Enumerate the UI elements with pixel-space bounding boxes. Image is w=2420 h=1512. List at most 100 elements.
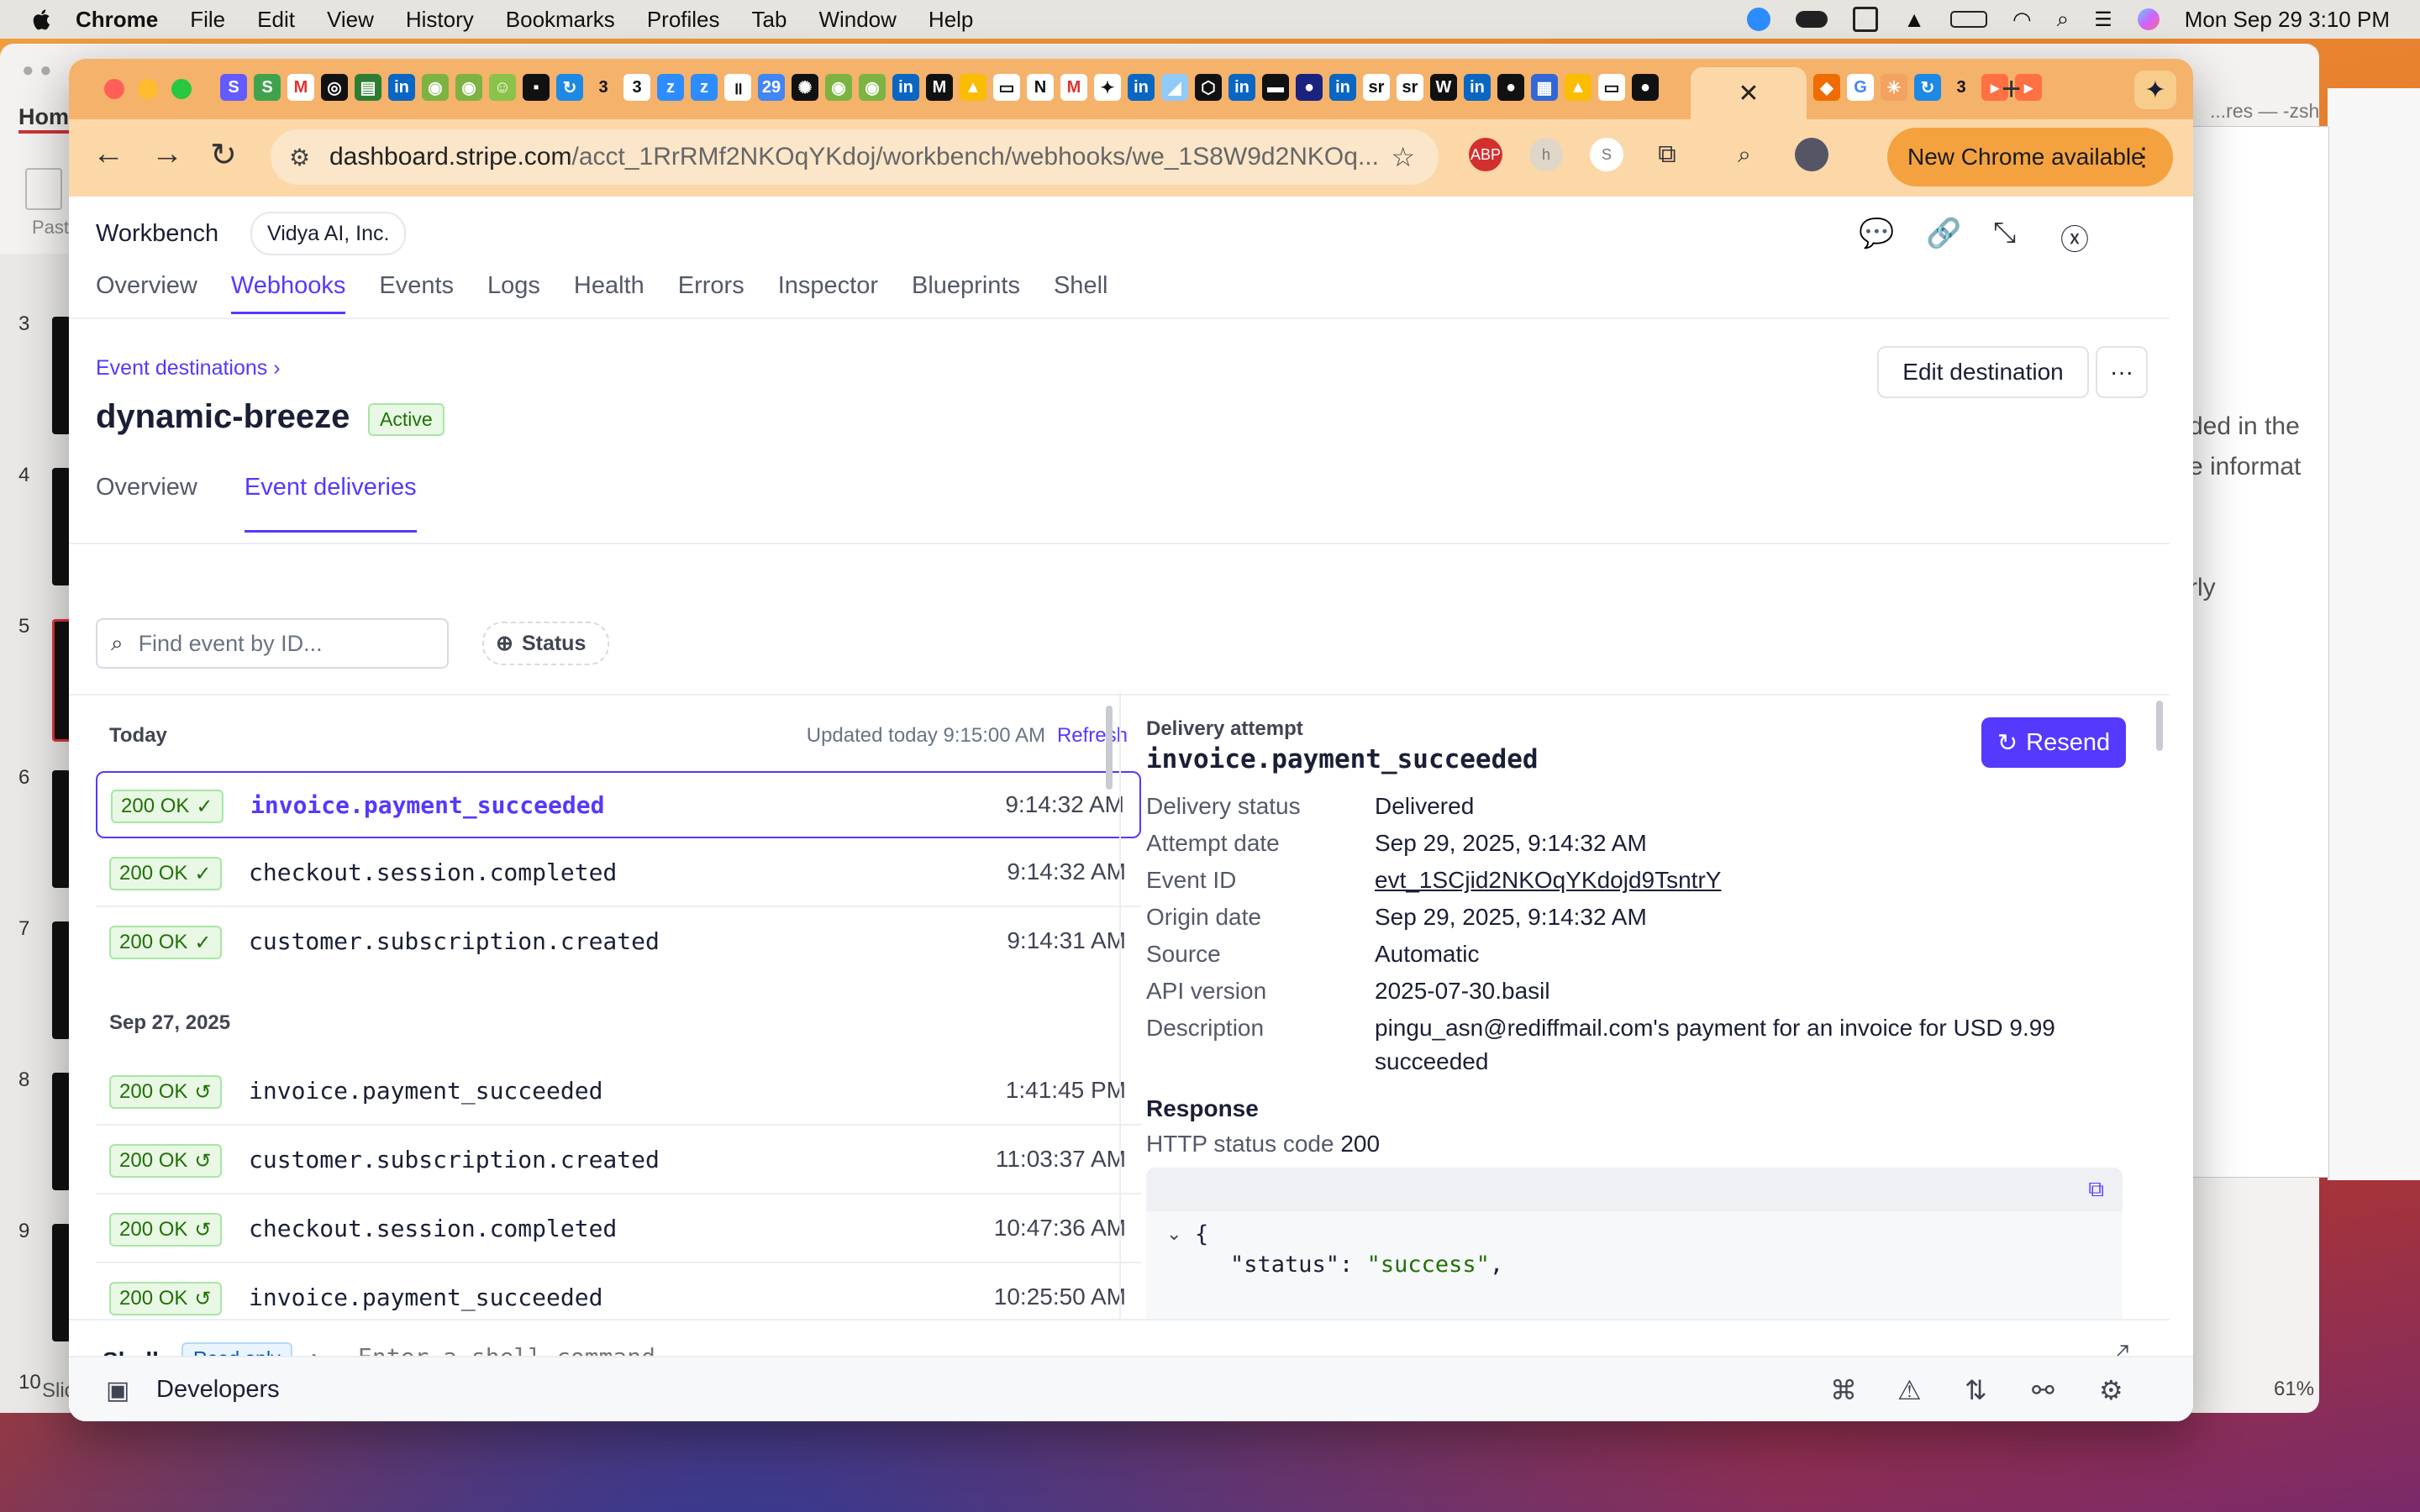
menu-view[interactable]: View bbox=[327, 7, 374, 33]
control-center-icon[interactable]: ☰ bbox=[2094, 8, 2112, 32]
linkedin-tab-icon[interactable]: in bbox=[892, 74, 919, 101]
tab-errors[interactable]: Errors bbox=[678, 272, 744, 314]
nvidia-tab-icon[interactable]: ◉ bbox=[455, 74, 482, 101]
nvidia-tab-icon[interactable]: ◉ bbox=[859, 74, 886, 101]
delivery-row-selected[interactable]: 200 OK ✓ invoice.payment_succeeded 9:14:3… bbox=[96, 771, 1141, 838]
delivery-row[interactable]: 200 OK ↺ customer.subscription.created 11… bbox=[96, 1127, 1141, 1194]
google-tab-icon[interactable]: G bbox=[1847, 74, 1874, 101]
openai-tab-icon[interactable]: ✺ bbox=[792, 74, 818, 101]
tab-logs[interactable]: Logs bbox=[487, 272, 540, 314]
sparkle-tab-icon[interactable]: ✦ bbox=[1094, 74, 1121, 101]
minimize-window-button[interactable] bbox=[138, 79, 158, 99]
zoom-icon[interactable] bbox=[1747, 8, 1771, 31]
vlc-icon[interactable]: ▲ bbox=[1903, 7, 1925, 33]
collapse-chevron-icon[interactable]: ⌄ bbox=[1166, 1223, 1181, 1245]
slides-tab-icon[interactable]: ▭ bbox=[993, 74, 1020, 101]
gmail-tab-icon[interactable]: M bbox=[287, 74, 314, 101]
terminal-icon[interactable]: ▣ bbox=[106, 1376, 129, 1405]
extension-icon[interactable]: h bbox=[1529, 138, 1563, 171]
active-tab[interactable]: ✕ bbox=[1691, 67, 1807, 119]
subtab-overview[interactable]: Overview bbox=[96, 474, 197, 533]
tab-events[interactable]: Events bbox=[379, 272, 454, 314]
tab-search-icon[interactable]: ⌕ bbox=[1728, 138, 1761, 171]
sync-tab-icon[interactable]: ↻ bbox=[556, 74, 583, 101]
wifi-icon[interactable]: ◠ bbox=[2012, 7, 2032, 33]
office-icon[interactable] bbox=[1853, 7, 1879, 32]
tab-webhooks[interactable]: Webhooks bbox=[230, 272, 346, 314]
meta-tab-icon[interactable]: ● bbox=[1296, 74, 1323, 101]
menu-app-name[interactable]: Chrome bbox=[76, 7, 158, 33]
status-filter-button[interactable]: ⊕ Status bbox=[482, 622, 610, 665]
linkedin-tab-icon[interactable]: in bbox=[1329, 74, 1356, 101]
collapse-icon[interactable]: ⤡ bbox=[1993, 217, 2016, 249]
warning-icon[interactable]: ⚠ bbox=[1897, 1374, 1922, 1406]
url-text[interactable]: dashboard.stripe.com/acct_1RrRMf2NKOqYKd… bbox=[329, 143, 1379, 171]
menu-clock[interactable]: Mon Sep 29 3:10 PM bbox=[2185, 7, 2390, 33]
menu-history[interactable]: History bbox=[406, 7, 474, 33]
github-tab-icon[interactable]: ● bbox=[1497, 74, 1524, 101]
copy-icon[interactable]: ⧉ bbox=[2088, 1176, 2104, 1203]
maximize-window-button[interactable] bbox=[171, 79, 192, 99]
search-input[interactable]: ⌕ Find event by ID... bbox=[96, 618, 449, 669]
stripe-tab-icon[interactable]: S bbox=[220, 74, 247, 101]
puzzle-icon[interactable]: ⧉ bbox=[1650, 138, 1684, 171]
binoculars-icon[interactable]: ⌘ bbox=[1830, 1374, 1857, 1406]
refresh-link[interactable]: Refresh bbox=[1057, 724, 1128, 747]
dark-tab-icon[interactable]: ▬ bbox=[1262, 74, 1289, 101]
more-options-button[interactable]: ··· bbox=[2096, 346, 2148, 398]
drive-tab-icon[interactable]: ▲ bbox=[960, 74, 986, 101]
chart-tab-icon[interactable]: ◢ bbox=[1161, 74, 1188, 101]
claude-tab-icon[interactable]: ✳ bbox=[1881, 74, 1907, 101]
webhook-icon[interactable]: ⚯ bbox=[2032, 1374, 2054, 1406]
new-chrome-available-button[interactable]: New Chrome available ⋮ bbox=[1887, 128, 2173, 186]
wikipedia-tab-icon[interactable]: W bbox=[1430, 74, 1457, 101]
s-extension-icon[interactable]: S bbox=[1590, 138, 1623, 171]
zoom-tab-icon[interactable]: z bbox=[657, 74, 684, 101]
menu-help[interactable]: Help bbox=[929, 7, 973, 33]
slide-thumbnail[interactable] bbox=[52, 921, 71, 1039]
gear-icon[interactable]: ⚙ bbox=[2099, 1374, 2123, 1406]
battery-icon[interactable] bbox=[1949, 11, 1987, 28]
nvidia-tab-icon[interactable]: ◉ bbox=[422, 74, 449, 101]
tab-icon[interactable]: ◆ bbox=[1813, 74, 1840, 101]
subtab-event-deliveries[interactable]: Event deliveries bbox=[244, 474, 417, 533]
medium-tab-icon[interactable]: M bbox=[926, 74, 953, 101]
sync-tab-icon[interactable]: ↻ bbox=[1914, 74, 1941, 101]
siri-icon[interactable] bbox=[2137, 8, 2160, 30]
smiley-tab-icon[interactable]: ☺ bbox=[489, 74, 516, 101]
developers-label[interactable]: Developers bbox=[156, 1376, 280, 1404]
gemini-icon[interactable]: ✦ bbox=[2134, 71, 2176, 109]
cloud-icon[interactable] bbox=[1796, 11, 1828, 28]
layout-tab-icon[interactable]: ▦ bbox=[1531, 74, 1558, 101]
tab-inspector[interactable]: Inspector bbox=[778, 272, 878, 314]
sr-tab-icon[interactable]: sr bbox=[1397, 74, 1423, 101]
slide-thumbnail[interactable] bbox=[52, 770, 71, 888]
breadcrumb[interactable]: Event destinations › bbox=[96, 356, 281, 381]
close-window-button[interactable] bbox=[104, 79, 124, 99]
link-icon[interactable]: 🔗 bbox=[1926, 217, 1961, 250]
zoom-tab-icon[interactable]: z bbox=[691, 74, 718, 101]
pause-tab-icon[interactable]: ॥ bbox=[724, 74, 751, 101]
sort-arrows-icon[interactable]: ⇅ bbox=[1965, 1374, 1987, 1406]
terminal-tab-icon[interactable]: ▪ bbox=[523, 74, 550, 101]
nvidia-tab-icon[interactable]: ◉ bbox=[825, 74, 852, 101]
close-icon[interactable]: ⓧ bbox=[2060, 217, 2089, 258]
linkedin-tab-icon[interactable]: in bbox=[1228, 74, 1255, 101]
account-pill[interactable]: Vidya AI, Inc. bbox=[250, 212, 407, 255]
kebab-icon[interactable]: ⋮ bbox=[2131, 143, 2156, 172]
delivery-row[interactable]: 200 OK ✓ customer.subscription.created 9:… bbox=[96, 909, 1141, 976]
slide-thumbnail[interactable] bbox=[52, 1224, 71, 1341]
adblock-icon[interactable]: ABP bbox=[1469, 138, 1502, 171]
profile-avatar[interactable] bbox=[1795, 138, 1828, 171]
detail-scrollbar[interactable] bbox=[2156, 701, 2163, 751]
menu-profiles[interactable]: Profiles bbox=[647, 7, 720, 33]
bookmark-star-icon[interactable]: ☆ bbox=[1391, 141, 1415, 173]
menu-window[interactable]: Window bbox=[818, 7, 896, 33]
three-tab-icon[interactable]: 3 bbox=[623, 74, 650, 101]
menu-edit[interactable]: Edit bbox=[257, 7, 295, 33]
new-tab-button[interactable]: + bbox=[2002, 71, 2021, 108]
sr-tab-icon[interactable]: sr bbox=[1363, 74, 1390, 101]
tab-blueprints[interactable]: Blueprints bbox=[912, 272, 1020, 314]
apple-icon[interactable] bbox=[32, 8, 50, 30]
resend-button[interactable]: ↻ Resend bbox=[1981, 717, 2126, 768]
